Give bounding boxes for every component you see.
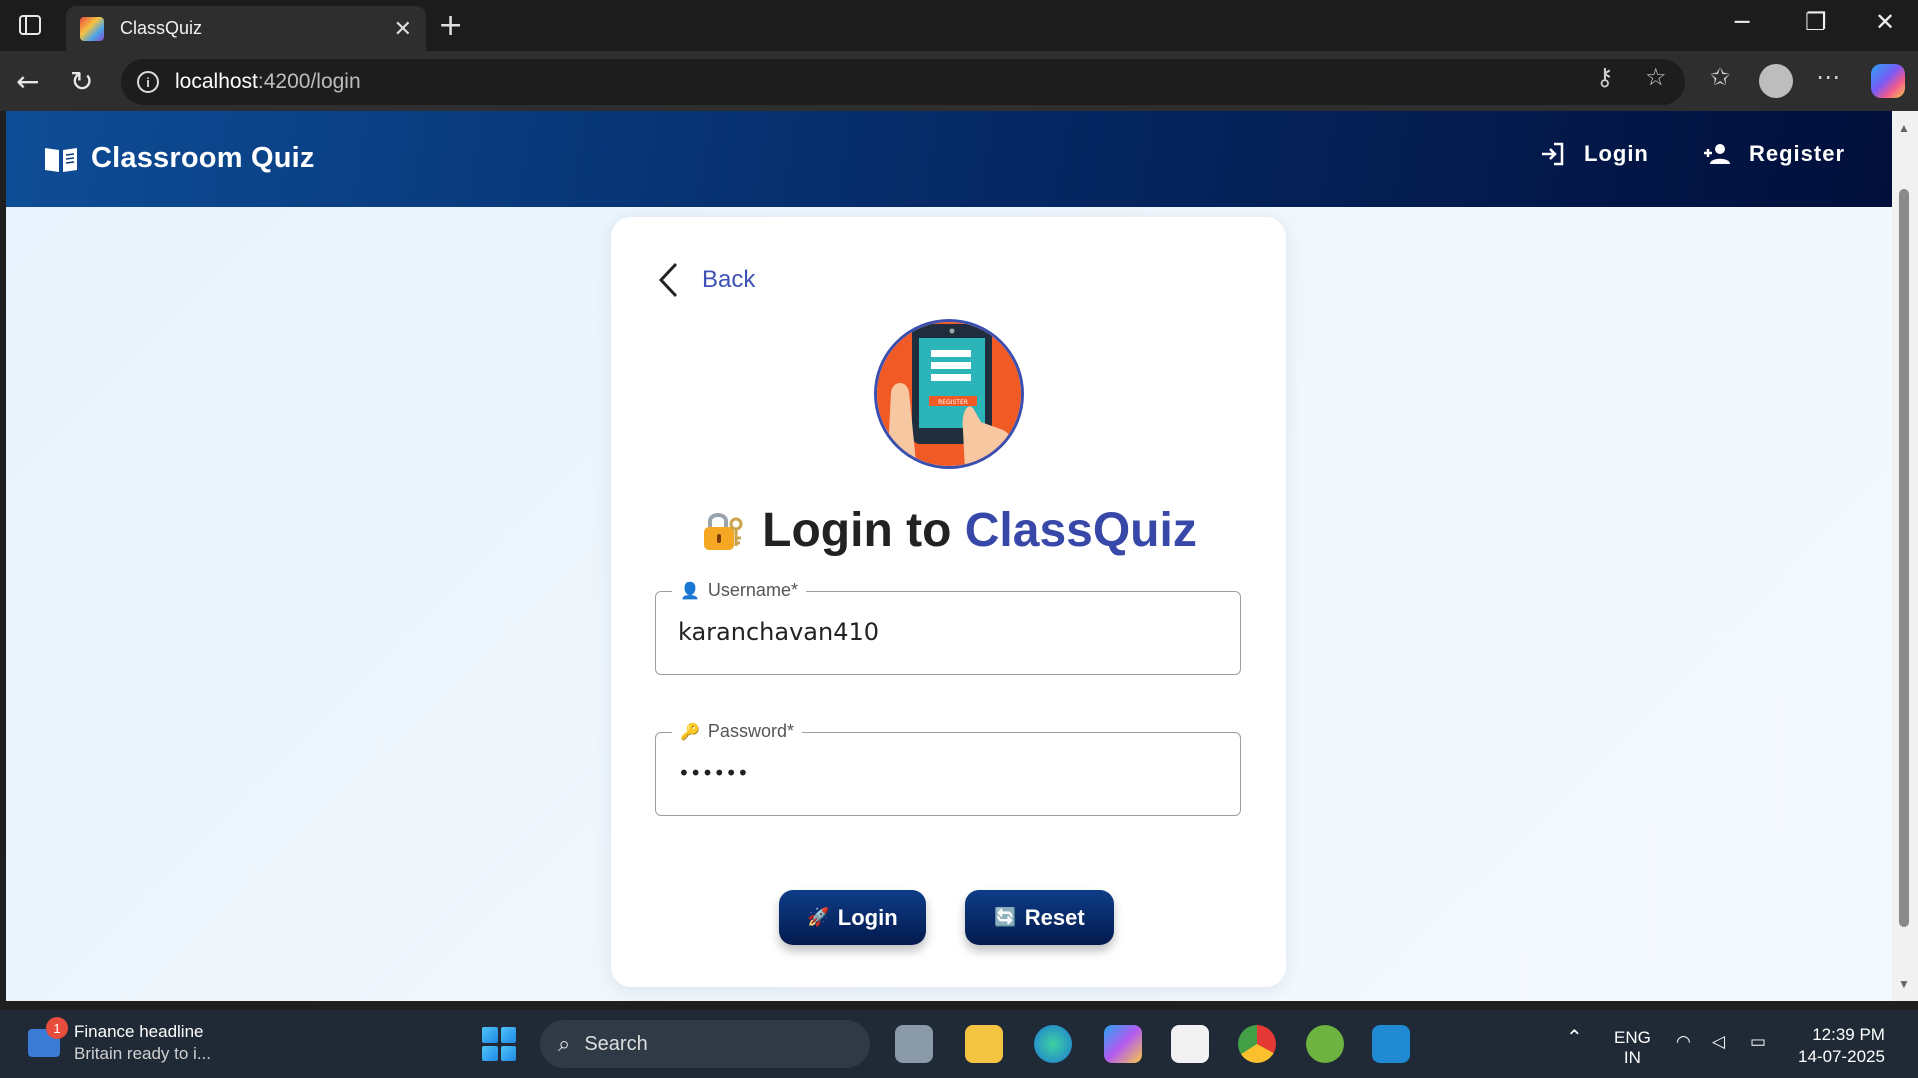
tray-chevron-up-icon[interactable]: ⌃ (1566, 1028, 1583, 1048)
language-indicator[interactable]: ENG IN (1614, 1028, 1651, 1068)
user-icon: 👤 (680, 582, 700, 600)
browser-tab-bar: ClassQuiz ✕ + ─ ❐ ✕ (0, 0, 1918, 51)
nav-login-button[interactable]: Login (1540, 141, 1649, 167)
person-add-icon (1704, 144, 1730, 164)
reset-button-label: Reset (1024, 904, 1085, 930)
site-info-icon[interactable]: i (137, 71, 159, 93)
battery-icon[interactable]: ▭ (1750, 1032, 1766, 1052)
profile-avatar-icon[interactable] (1759, 64, 1793, 98)
scroll-up-icon[interactable]: ▲ (1898, 121, 1910, 135)
username-field[interactable]: 👤 Username* karanchavan410 (655, 580, 1241, 675)
news-subtitle: Britain ready to i... (74, 1044, 212, 1063)
taskbar-search[interactable]: ⌕ Search (540, 1020, 870, 1068)
classquiz-favicon-icon (80, 16, 104, 41)
edge-browser-icon[interactable] (1034, 1025, 1072, 1063)
news-widget[interactable]: 1 Finance headline Britain ready to i... (28, 1017, 212, 1064)
news-badge: 1 (46, 1017, 68, 1039)
chevron-left-icon (658, 262, 678, 298)
clock-date: 14-07-2025 (1798, 1047, 1885, 1066)
page-scrollbar[interactable]: ▲ ▼ (1892, 111, 1918, 1001)
lock-icon (704, 513, 743, 550)
chrome-icon[interactable] (1238, 1025, 1276, 1063)
nav-login-label: Login (1584, 141, 1649, 166)
favorites-list-icon[interactable]: ✩ (1710, 63, 1730, 91)
refresh-icon[interactable]: ↻ (70, 65, 93, 98)
spring-tool-icon[interactable] (1306, 1025, 1344, 1063)
rocket-icon: 🚀 (807, 907, 830, 927)
restore-icon[interactable]: ❐ (1805, 8, 1827, 36)
nav-register-label: Register (1749, 141, 1846, 166)
lang-primary: ENG (1614, 1028, 1651, 1047)
more-menu-icon[interactable]: ⋯ (1816, 63, 1840, 91)
scrollbar-thumb[interactable] (1899, 189, 1909, 927)
nav-register-button[interactable]: Register (1703, 141, 1845, 167)
widgets-icon: 1 (28, 1017, 68, 1057)
back-arrow-icon[interactable]: ← (16, 65, 39, 98)
start-windows-icon[interactable] (482, 1027, 516, 1061)
vscode-icon[interactable] (1372, 1025, 1410, 1063)
username-input[interactable]: karanchavan410 (678, 618, 879, 646)
address-bar[interactable]: i localhost:4200/login (121, 59, 1685, 105)
minimize-icon[interactable]: ─ (1735, 8, 1749, 36)
windows-taskbar: 1 Finance headline Britain ready to i...… (0, 1010, 1918, 1078)
store-icon[interactable] (1171, 1025, 1209, 1063)
new-tab-icon[interactable]: + (438, 8, 463, 43)
username-label: Username* (707, 580, 798, 600)
scroll-down-icon[interactable]: ▼ (1898, 977, 1910, 991)
task-view-icon[interactable] (895, 1025, 933, 1063)
file-explorer-icon[interactable] (965, 1025, 1003, 1063)
reset-button[interactable]: 🔄 Reset (965, 890, 1114, 945)
heading-prefix: Login to (762, 504, 965, 557)
page-viewport: Classroom Quiz Login Register Back REGIS… (6, 111, 1892, 1001)
back-button[interactable]: Back (656, 261, 755, 299)
refresh-arrows-icon: 🔄 (994, 907, 1017, 927)
wifi-icon[interactable]: ◠ (1676, 1032, 1691, 1052)
close-tab-icon[interactable]: ✕ (394, 16, 412, 42)
username-label-wrap: 👤 Username* (672, 580, 806, 601)
favorite-star-icon[interactable]: ☆ (1645, 63, 1667, 91)
password-field[interactable]: 🔑 Password* •••••• (655, 721, 1241, 816)
password-key-icon[interactable]: ⚷ (1596, 63, 1614, 91)
back-label: Back (702, 266, 756, 293)
key-icon: 🔑 (680, 723, 700, 741)
browser-toolbar: ← ↻ i localhost:4200/login ⚷ ☆ ✩ ⋯ (0, 51, 1918, 111)
search-label: Search (584, 1032, 648, 1055)
heading-accent: ClassQuiz (964, 504, 1197, 557)
url-host: localhost (175, 70, 258, 93)
password-input[interactable]: •••••• (678, 761, 749, 785)
book-icon (45, 147, 77, 172)
volume-icon[interactable]: ◁ (1712, 1032, 1725, 1052)
search-icon: ⌕ (558, 1031, 571, 1056)
close-window-icon[interactable]: ✕ (1875, 8, 1895, 36)
login-button-label: Login (837, 904, 898, 930)
logo-register-text: REGISTER (938, 399, 968, 406)
copilot-icon[interactable] (1871, 64, 1905, 98)
system-clock[interactable]: 12:39 PM 14-07-2025 (1798, 1024, 1885, 1068)
app-header: Classroom Quiz Login Register (6, 111, 1892, 207)
login-button[interactable]: 🚀 Login (779, 890, 926, 945)
brand-name: Classroom Quiz (91, 142, 315, 174)
login-heading: Login to ClassQuiz (611, 503, 1286, 558)
password-label: Password* (707, 721, 794, 741)
news-title: Finance headline (74, 1022, 204, 1041)
login-icon (1542, 142, 1564, 166)
tab-actions-icon[interactable] (14, 12, 46, 38)
password-label-wrap: 🔑 Password* (672, 721, 802, 742)
brand[interactable]: Classroom Quiz (43, 142, 315, 175)
login-card: Back REGISTER Login to ClassQuiz 👤 Usern… (611, 217, 1286, 987)
clock-time: 12:39 PM (1812, 1025, 1885, 1044)
browser-tab[interactable]: ClassQuiz ✕ (66, 6, 426, 51)
tab-title: ClassQuiz (120, 18, 203, 38)
register-tablet-logo: REGISTER (874, 319, 1024, 469)
url-path: :4200/login (257, 70, 361, 93)
lang-secondary: IN (1623, 1048, 1641, 1067)
copilot-app-icon[interactable] (1104, 1025, 1142, 1063)
